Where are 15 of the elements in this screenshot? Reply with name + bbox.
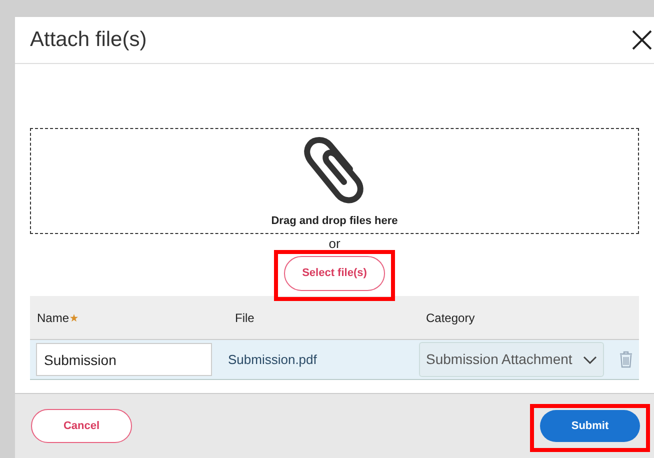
chevron-down-icon — [583, 356, 597, 364]
drop-hint: Drag and drop files here — [271, 214, 398, 229]
submit-button[interactable]: Submit — [540, 410, 640, 442]
cancel-button[interactable]: Cancel — [31, 409, 132, 443]
column-header: Name — [37, 310, 70, 326]
name-field[interactable]: Submission — [36, 343, 212, 376]
dialog-title: Attach file(s) — [30, 27, 147, 54]
close-icon[interactable] — [632, 30, 652, 50]
or-separator: or — [328, 235, 340, 253]
column-header: Category — [426, 310, 475, 326]
select-files-button[interactable]: Select file(s) — [284, 256, 385, 291]
drop-zone[interactable]: Drag and drop files here — [30, 128, 639, 234]
column-header: File — [235, 310, 254, 326]
file-name: Submission.pdf — [228, 352, 317, 366]
category-select[interactable]: Submission Attachment — [419, 342, 604, 377]
